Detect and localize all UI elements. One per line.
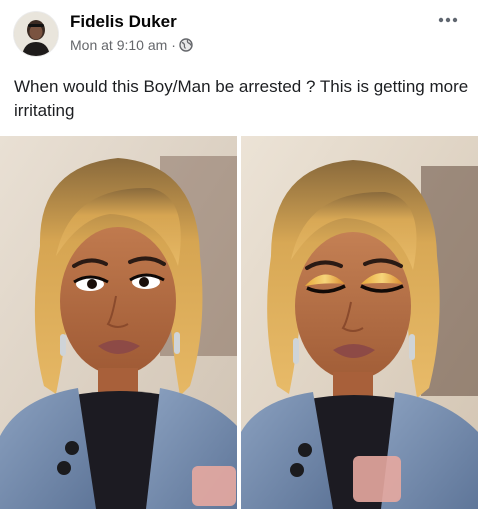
photo-1-image (0, 136, 237, 509)
photo-grid (0, 136, 478, 509)
meta-separator: · (171, 37, 176, 53)
post-photo-2[interactable] (241, 136, 478, 509)
post-photo-1[interactable] (0, 136, 237, 509)
facebook-post: Fidelis Duker Mon at 9:10 am · When woul… (0, 0, 478, 509)
globe-icon[interactable] (179, 38, 193, 52)
author-avatar[interactable] (14, 12, 58, 56)
post-timestamp[interactable]: Mon at 9:10 am (70, 37, 167, 53)
more-options-icon (438, 17, 458, 23)
avatar-image (14, 12, 58, 56)
post-header: Fidelis Duker Mon at 9:10 am · (14, 10, 464, 58)
photo-2-image (241, 136, 478, 509)
author-name[interactable]: Fidelis Duker (70, 12, 177, 32)
post-meta: Mon at 9:10 am · (70, 37, 193, 53)
post-message: When would this Boy/Man be arrested ? Th… (14, 77, 469, 120)
more-options-button[interactable] (434, 10, 462, 30)
